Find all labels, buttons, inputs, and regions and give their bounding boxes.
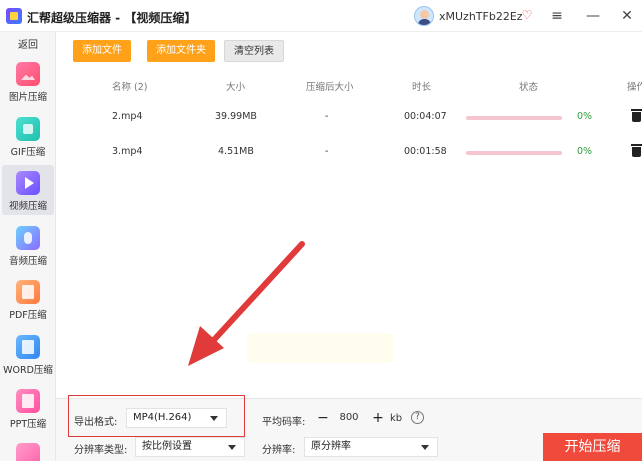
add-file-button[interactable]: 添加文件	[73, 40, 131, 62]
column-header-duration[interactable]: 时长	[412, 79, 431, 93]
more-tools-icon	[16, 443, 40, 461]
resolution-type-label: 分辨率类型:	[74, 445, 128, 456]
file-size: 39.99MB	[215, 111, 257, 122]
sidebar-item-label: 图片压缩	[8, 92, 47, 103]
resolution-value: 原分辨率	[311, 441, 351, 452]
sidebar-item-label: PDF压缩	[9, 310, 47, 321]
column-header-name[interactable]: 名称 (2)	[112, 79, 147, 93]
bitrate-increase-button[interactable]: +	[371, 411, 385, 425]
username[interactable]: xMUzhTFb22Ez	[439, 10, 523, 23]
sidebar-item-gif[interactable]: GIF压缩	[2, 111, 54, 161]
file-duration: 00:01:58	[404, 146, 447, 157]
annotation-arrow	[188, 241, 305, 366]
annotation-highlight-box	[68, 395, 245, 437]
start-compress-button[interactable]: 开始压缩	[543, 433, 642, 461]
column-header-status[interactable]: 状态	[519, 79, 538, 93]
sidebar-item-audio[interactable]: 音频压缩	[2, 220, 54, 270]
sidebar-item-label: WORD压缩	[3, 365, 53, 376]
file-table-header: 名称 (2) 大小 压缩后大小 时长 状态 操作	[66, 76, 642, 94]
pdf-icon	[16, 280, 40, 304]
delete-trash-icon[interactable]	[631, 109, 642, 122]
gif-icon	[16, 117, 40, 141]
progress-percent: 0%	[577, 146, 593, 157]
progress-bar	[466, 151, 562, 155]
sidebar-item-label: GIF压缩	[10, 147, 46, 158]
file-size: 4.51MB	[218, 146, 254, 157]
compressed-size: -	[325, 146, 329, 157]
minimize-button[interactable]: —	[582, 6, 604, 26]
file-name: 2.mp4	[112, 111, 143, 122]
sidebar-item-video[interactable]: 视频压缩	[2, 165, 54, 215]
bitrate-label: 平均码率:	[262, 417, 306, 428]
ppt-icon	[16, 389, 40, 413]
sidebar-item-ppt[interactable]: PPT压缩	[2, 383, 54, 433]
chevron-down-icon	[228, 445, 236, 450]
help-icon[interactable]: ?	[411, 411, 424, 424]
vip-heart-icon[interactable]: ♡	[520, 8, 534, 22]
sidebar-item-label: PPT压缩	[9, 419, 47, 430]
resolution-select[interactable]: 原分辨率	[304, 437, 438, 457]
sidebar-item-image[interactable]: 图片压缩	[2, 56, 54, 106]
progress-bar	[466, 116, 562, 120]
column-header-compressed-size[interactable]: 压缩后大小	[306, 79, 354, 93]
bitrate-value[interactable]: 800	[338, 412, 360, 423]
compressed-size: -	[325, 111, 329, 122]
progress-percent: 0%	[577, 111, 593, 122]
resolution-type-select[interactable]: 按比例设置	[135, 437, 245, 457]
sidebar: 返回 图片压缩 GIF压缩 视频压缩 音频压缩 PDF压缩 WORD压缩 PPT…	[0, 32, 56, 461]
audio-icon	[16, 226, 40, 250]
column-header-action: 操作	[627, 82, 642, 93]
chevron-down-icon	[421, 445, 429, 450]
image-icon	[16, 62, 40, 86]
resolution-label: 分辨率:	[262, 445, 296, 456]
watermark	[247, 333, 393, 363]
app-logo-icon	[6, 8, 22, 24]
window-title: 汇帮超级压缩器 - 【视频压缩】	[27, 11, 197, 25]
file-duration: 00:04:07	[404, 111, 447, 122]
video-icon	[16, 171, 40, 195]
sidebar-item-word[interactable]: WORD压缩	[2, 329, 54, 379]
table-row[interactable]: 3.mp4 4.51MB - 00:01:58 0%	[66, 137, 642, 167]
sidebar-item-more[interactable]	[2, 437, 54, 461]
title-bar: 汇帮超级压缩器 - 【视频压缩】 xMUzhTFb22Ez ♡ ≡ — ✕	[0, 0, 642, 32]
add-folder-button[interactable]: 添加文件夹	[147, 40, 215, 62]
resolution-type-value: 按比例设置	[142, 441, 192, 452]
sidebar-item-pdf[interactable]: PDF压缩	[2, 274, 54, 324]
delete-trash-icon[interactable]	[631, 144, 642, 157]
sidebar-item-label: 视频压缩	[8, 201, 47, 212]
close-button[interactable]: ✕	[616, 6, 638, 26]
column-header-size[interactable]: 大小	[226, 79, 245, 93]
word-icon	[16, 335, 40, 359]
sidebar-item-label: 音频压缩	[8, 256, 47, 267]
back-button[interactable]: 返回	[0, 36, 56, 51]
clear-list-button[interactable]: 清空列表	[224, 40, 284, 62]
bitrate-unit: kb	[390, 413, 403, 424]
file-name: 3.mp4	[112, 146, 143, 157]
user-avatar[interactable]	[414, 6, 434, 26]
bitrate-decrease-button[interactable]: −	[316, 411, 330, 425]
menu-button[interactable]: ≡	[546, 6, 568, 26]
table-row[interactable]: 2.mp4 39.99MB - 00:04:07 0%	[66, 102, 642, 132]
